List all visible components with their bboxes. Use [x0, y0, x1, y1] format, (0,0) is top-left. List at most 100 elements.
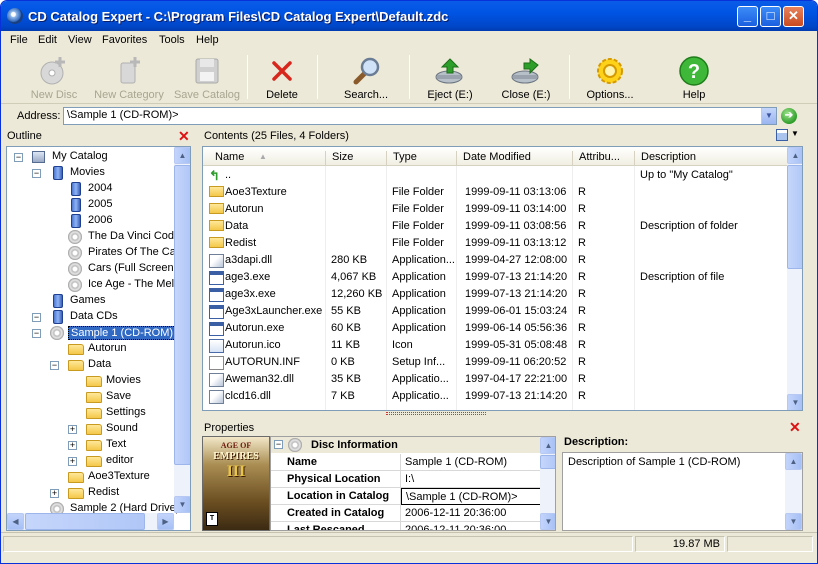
collapse-icon[interactable]: −: [32, 313, 41, 322]
folder-icon: [209, 237, 224, 248]
property-row[interactable]: Location in Catalog \Sample 1 (CD-ROM)>: [271, 488, 541, 505]
table-row[interactable]: Age3xLauncher.exe 55 KB Application 1999-06…: [203, 303, 787, 320]
menu-view[interactable]: View: [68, 34, 92, 46]
property-row[interactable]: Name Sample 1 (CD-ROM): [271, 454, 541, 471]
description-box[interactable]: Description of Sample 1 (CD-ROM) ▲ ▼: [562, 452, 803, 531]
search-button[interactable]: Search...: [331, 53, 401, 103]
close-tray-button[interactable]: Close (E:): [495, 53, 557, 103]
table-row[interactable]: age3.exe 4,067 KB Application 1999-07-13 21…: [203, 269, 787, 286]
new-category-button[interactable]: New Category: [91, 53, 167, 103]
properties-grid[interactable]: − Disc Information Name Sample 1 (CD-ROM)…: [270, 436, 556, 531]
collapse-icon[interactable]: −: [50, 361, 59, 370]
save-catalog-button[interactable]: Save Catalog: [169, 53, 245, 103]
table-row[interactable]: ↰.. Up to "My Catalog": [203, 167, 787, 184]
description-label: Description:: [564, 436, 629, 448]
eject-button[interactable]: Eject (E:): [419, 53, 481, 103]
menu-favorites[interactable]: Favorites: [102, 34, 147, 46]
collapse-icon[interactable]: −: [14, 153, 23, 162]
description-vertical-scrollbar[interactable]: ▲ ▼: [785, 453, 802, 530]
scroll-up-icon[interactable]: ▲: [174, 147, 190, 164]
window-title: CD Catalog Expert - C:\Program Files\CD …: [28, 9, 449, 24]
status-size: 19.87 MB: [635, 536, 725, 552]
scroll-up-icon[interactable]: ▲: [785, 453, 802, 470]
menu-help[interactable]: Help: [196, 34, 219, 46]
maximize-button[interactable]: □: [760, 6, 781, 27]
property-row[interactable]: Physical Location I:\: [271, 471, 541, 488]
options-button[interactable]: Options...: [579, 53, 641, 103]
properties-vertical-scrollbar[interactable]: ▲ ▼: [540, 437, 555, 530]
title-bar[interactable]: CD Catalog Expert - C:\Program Files\CD …: [1, 1, 817, 31]
table-row[interactable]: Autorun File Folder 1999-09-11 03:14:00 R: [203, 201, 787, 218]
expand-icon[interactable]: +: [68, 425, 77, 434]
col-name[interactable]: Name: [209, 151, 325, 166]
property-row[interactable]: Created in Catalog 2006-12-11 20:36:00: [271, 505, 541, 522]
cell-date: 1999-09-11 03:13:06: [465, 186, 567, 198]
tree-item-label: My Catalog: [52, 150, 108, 162]
close-outline-icon[interactable]: ✕: [178, 129, 190, 143]
dll-icon: [209, 254, 224, 268]
scroll-down-icon[interactable]: ▼: [787, 394, 802, 410]
table-row[interactable]: Aoe3Texture File Folder 1999-09-11 03:13:0…: [203, 184, 787, 201]
col-date[interactable]: Date Modified: [456, 151, 572, 166]
pane-splitter[interactable]: [386, 412, 486, 415]
contents-vertical-scrollbar[interactable]: ▲ ▼: [787, 147, 802, 410]
help-button[interactable]: ? Help: [665, 53, 723, 103]
close-properties-icon[interactable]: ✕: [789, 420, 801, 434]
scroll-left-icon[interactable]: ◀: [7, 513, 24, 530]
collapse-icon[interactable]: −: [32, 329, 41, 338]
cell-date: 1999-06-14 05:56:36: [465, 322, 568, 334]
view-mode-icon[interactable]: [776, 129, 788, 141]
table-row[interactable]: clcd16.dll 7 KB Applicatio... 1999-07-13 21…: [203, 388, 787, 405]
scroll-up-icon[interactable]: ▲: [540, 437, 555, 454]
address-input[interactable]: \Sample 1 (CD-ROM)> ▼: [63, 107, 777, 125]
table-row[interactable]: Aweman32.dll 35 KB Applicatio... 1997-04-17…: [203, 371, 787, 388]
col-type[interactable]: Type: [386, 151, 456, 166]
expand-icon[interactable]: +: [68, 457, 77, 466]
table-row[interactable]: Data File Folder 1999-09-11 03:08:56 R Descr…: [203, 218, 787, 235]
col-size[interactable]: Size: [325, 151, 386, 166]
outline-header: Outline: [1, 127, 197, 145]
new-disc-icon: [40, 57, 65, 85]
new-disc-button[interactable]: New Disc: [17, 53, 91, 103]
contents-list[interactable]: Name ▲ Size Type Date Modified Attribu..…: [202, 146, 803, 411]
outline-vertical-scrollbar[interactable]: ▲ ▼: [174, 147, 190, 513]
table-row[interactable]: Redist File Folder 1999-09-11 03:13:12 R: [203, 235, 787, 252]
cell-type: Setup Inf...: [392, 356, 446, 368]
view-mode-dropdown-icon[interactable]: ▼: [791, 129, 799, 138]
scroll-down-icon[interactable]: ▼: [174, 496, 190, 513]
scroll-right-icon[interactable]: ▶: [157, 513, 174, 530]
col-description[interactable]: Description: [634, 151, 787, 166]
folder-icon: [68, 360, 84, 371]
scroll-up-icon[interactable]: ▲: [787, 147, 802, 164]
close-drive-icon: [511, 58, 539, 84]
minimize-button[interactable]: _: [737, 6, 758, 27]
property-row[interactable]: Last Rescaned 2006-12-11 20:36:00: [271, 522, 541, 530]
pc-icon: [32, 151, 45, 163]
menu-tools[interactable]: Tools: [159, 34, 185, 46]
collapse-icon[interactable]: −: [274, 440, 283, 449]
scroll-down-icon[interactable]: ▼: [785, 513, 802, 530]
folder-icon: [86, 376, 102, 387]
expand-icon[interactable]: +: [50, 489, 59, 498]
cell-type: Application...: [392, 254, 455, 266]
disc-information-section[interactable]: − Disc Information: [271, 437, 541, 453]
close-window-button[interactable]: ✕: [783, 6, 804, 27]
delete-button[interactable]: Delete: [253, 53, 311, 103]
menu-file[interactable]: File: [10, 34, 28, 46]
col-attributes[interactable]: Attribu...: [572, 151, 634, 166]
table-row[interactable]: a3dapi.dll 280 KB Application... 1999-04-27…: [203, 252, 787, 269]
address-dropdown-icon[interactable]: ▼: [761, 108, 776, 124]
table-row[interactable]: Autorun.ico 11 KB Icon 1999-05-31 05:08:48 R: [203, 337, 787, 354]
outline-horizontal-scrollbar[interactable]: ◀ ▶: [7, 513, 174, 530]
go-arrow-icon[interactable]: ➔: [781, 108, 797, 124]
outline-tree[interactable]: − My Catalog − Movies 2004 2005 2006 The Da Vin…: [6, 146, 191, 531]
table-row[interactable]: Autorun.exe 60 KB Application 1999-06-14 05…: [203, 320, 787, 337]
cell-attr: R: [578, 373, 586, 385]
table-row[interactable]: age3x.exe 12,260 KB Application 1999-07-13 …: [203, 286, 787, 303]
collapse-icon[interactable]: −: [32, 169, 41, 178]
cell-size: 60 KB: [331, 322, 361, 334]
scroll-down-icon[interactable]: ▼: [540, 513, 555, 530]
expand-icon[interactable]: +: [68, 441, 77, 450]
table-row[interactable]: AUTORUN.INF 0 KB Setup Inf... 1999-09-11 06…: [203, 354, 787, 371]
menu-edit[interactable]: Edit: [38, 34, 57, 46]
